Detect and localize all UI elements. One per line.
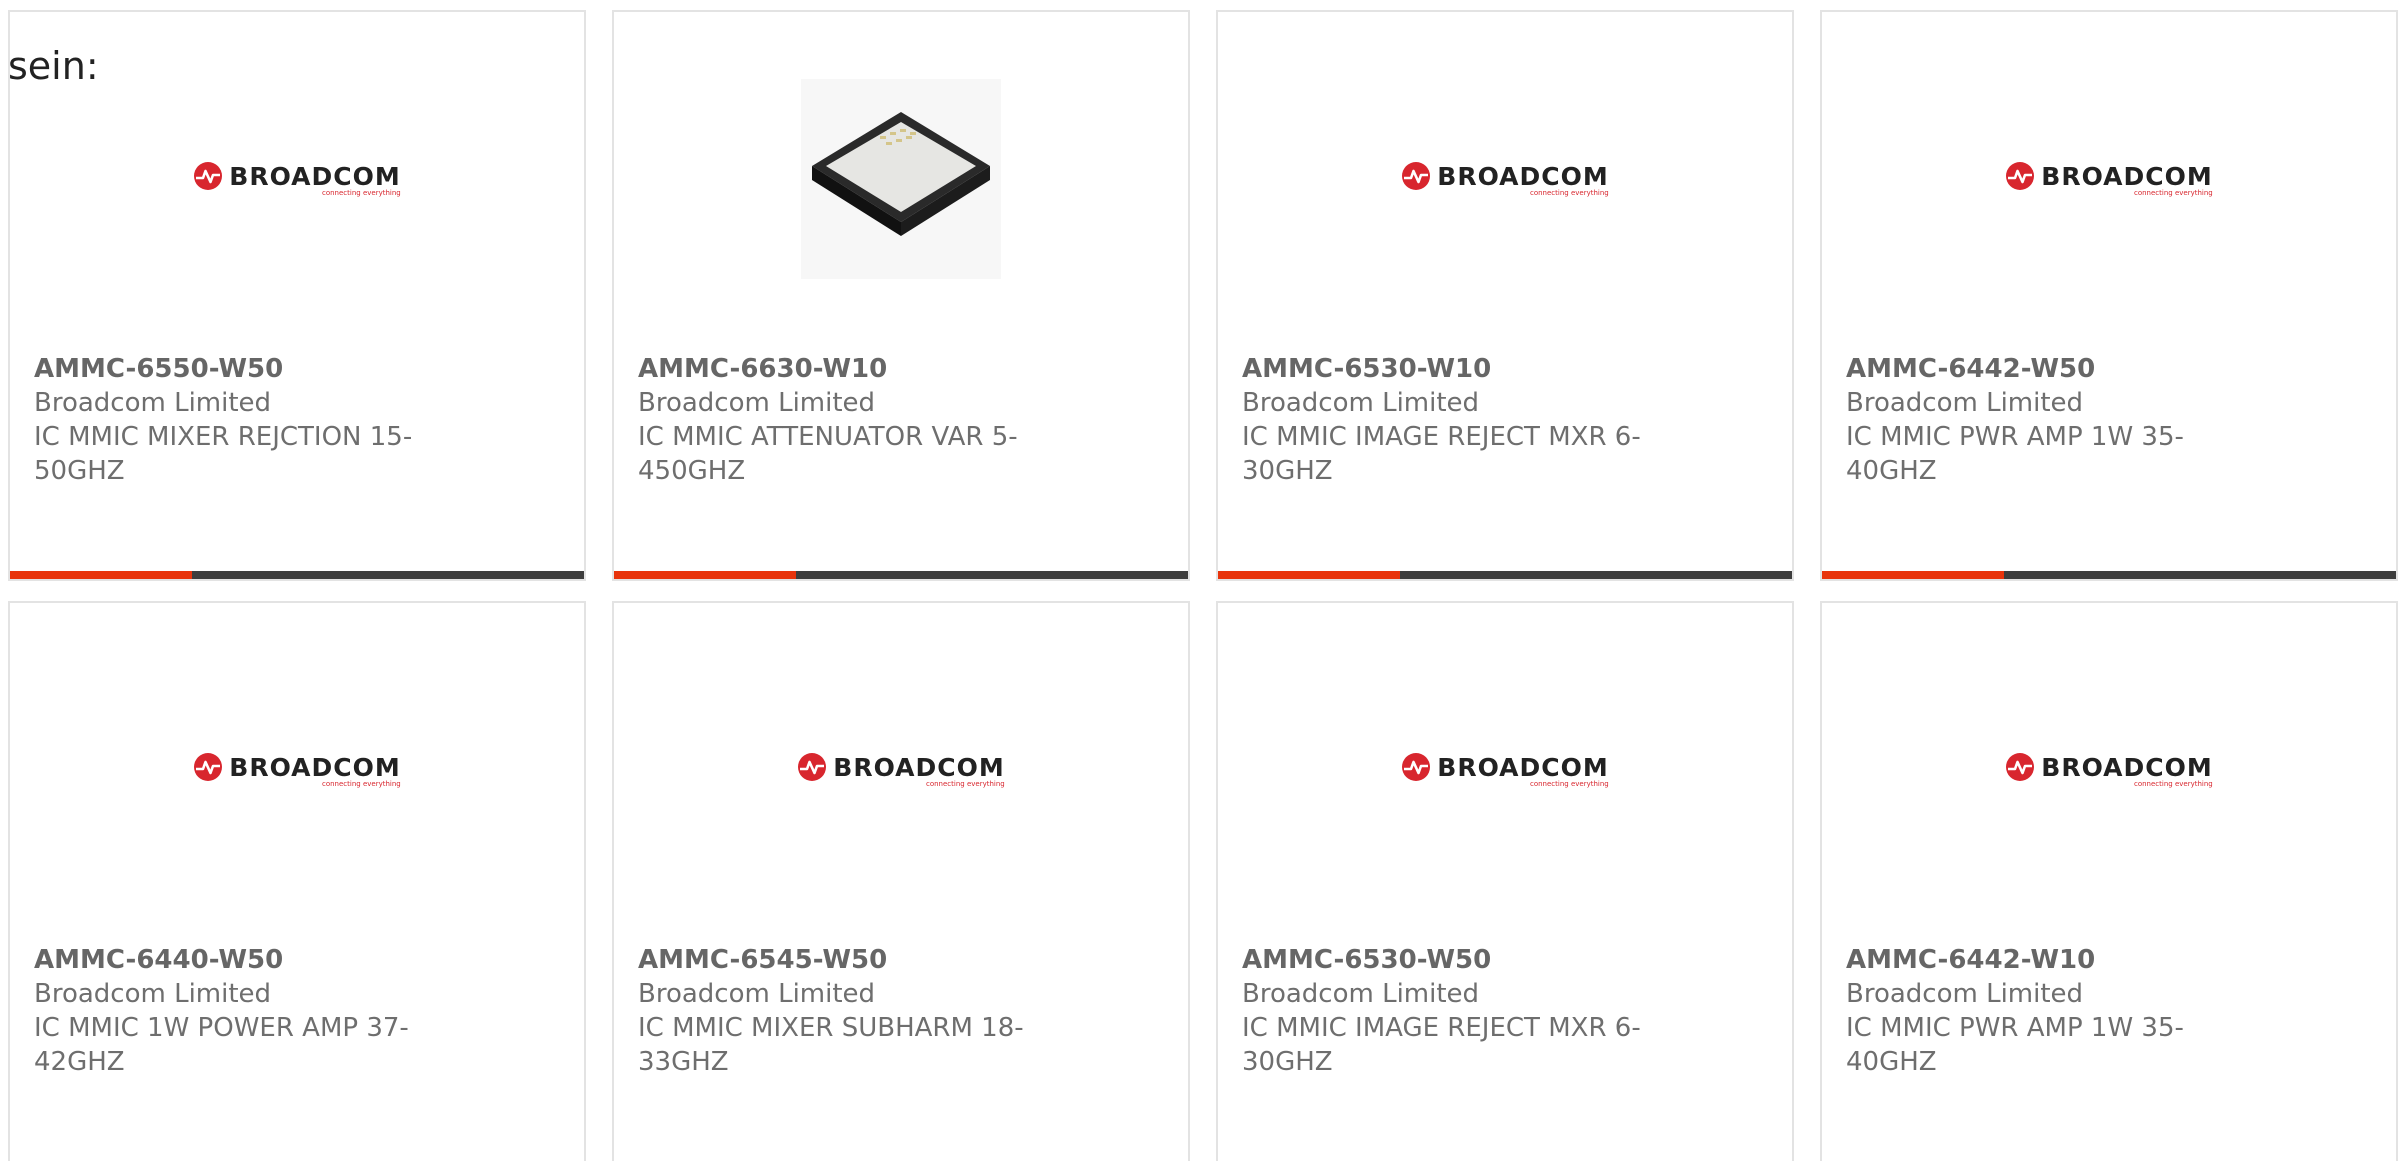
product-grid: BROADCOM connecting everything AMMC-6550…: [8, 10, 2398, 1161]
description: IC MMIC MIXER REJCTION 15-: [34, 422, 413, 452]
description: IC MMIC MIXER SUBHARM 18-: [638, 1013, 1024, 1043]
product-card[interactable]: AMMC-6630-W10 Broadcom Limited IC MMIC A…: [612, 10, 1190, 581]
manufacturer: Broadcom Limited: [1242, 388, 1480, 418]
product-image[interactable]: BROADCOM connecting everything: [1218, 74, 1792, 284]
card-progress-bar: [614, 571, 1188, 579]
logo-tagline: connecting everything: [321, 189, 401, 197]
broadcom-pulse-icon: [2006, 753, 2035, 781]
product-card[interactable]: BROADCOM connecting everything AMMC-6442…: [1820, 10, 2398, 581]
part-number-link[interactable]: AMMC-6530-W50: [1242, 943, 1652, 977]
manufacturer: Broadcom Limited: [638, 388, 876, 418]
logo-wordmark: BROADCOM: [1437, 752, 1609, 782]
broadcom-pulse-icon: [2006, 162, 2035, 190]
description: IC MMIC ATTENUATOR VAR 5-: [638, 422, 1018, 452]
product-image[interactable]: [614, 74, 1188, 284]
product-info: AMMC-6550-W50 Broadcom Limited IC MMIC M…: [34, 352, 444, 488]
broadcom-logo: BROADCOM connecting everything: [1401, 161, 1609, 197]
broadcom-logo: BROADCOM connecting everything: [797, 752, 1005, 788]
part-number-link[interactable]: AMMC-6630-W10: [638, 352, 1048, 386]
manufacturer: Broadcom Limited: [1846, 388, 2084, 418]
logo-wordmark: BROADCOM: [833, 752, 1005, 782]
manufacturer: Broadcom Limited: [34, 388, 272, 418]
logo-wordmark: BROADCOM: [229, 752, 401, 782]
chip-package-icon: [812, 112, 990, 236]
broadcom-logo: BROADCOM connecting everything: [2005, 752, 2213, 788]
description-cont: 42GHZ: [34, 1047, 125, 1077]
description: IC MMIC 1W POWER AMP 37-: [34, 1013, 409, 1043]
product-info: AMMC-6630-W10 Broadcom Limited IC MMIC A…: [638, 352, 1048, 488]
product-info: AMMC-6442-W10 Broadcom Limited IC MMIC P…: [1846, 943, 2256, 1079]
chip-photo: [801, 79, 1001, 279]
logo-wordmark: BROADCOM: [2041, 752, 2213, 782]
product-image[interactable]: BROADCOM connecting everything: [1822, 665, 2396, 875]
product-card[interactable]: BROADCOM connecting everything AMMC-6440…: [8, 601, 586, 1161]
logo-wordmark: BROADCOM: [2041, 161, 2213, 191]
part-number-link[interactable]: AMMC-6442-W10: [1846, 943, 2256, 977]
broadcom-pulse-icon: [798, 753, 827, 781]
broadcom-pulse-icon: [194, 162, 223, 190]
logo-tagline: connecting everything: [1529, 189, 1609, 197]
product-card[interactable]: BROADCOM connecting everything AMMC-6550…: [8, 10, 586, 581]
manufacturer: Broadcom Limited: [638, 979, 876, 1009]
broadcom-pulse-icon: [1402, 753, 1431, 781]
card-progress-bar: [1822, 571, 2396, 579]
card-progress-bar: [10, 571, 584, 579]
product-card[interactable]: BROADCOM connecting everything AMMC-6442…: [1820, 601, 2398, 1161]
description: IC MMIC IMAGE REJECT MXR 6-: [1242, 422, 1641, 452]
broadcom-logo: BROADCOM connecting everything: [1401, 752, 1609, 788]
description-cont: 50GHZ: [34, 456, 125, 486]
part-number-link[interactable]: AMMC-6550-W50: [34, 352, 444, 386]
product-grid-page: sein: BROADCOM connecting everything AMM…: [0, 0, 2400, 1161]
description-cont: 450GHZ: [638, 456, 746, 486]
logo-wordmark: BROADCOM: [229, 161, 401, 191]
part-number-link[interactable]: AMMC-6545-W50: [638, 943, 1048, 977]
broadcom-logo: BROADCOM connecting everything: [193, 752, 401, 788]
manufacturer: Broadcom Limited: [34, 979, 272, 1009]
product-info: AMMC-6530-W10 Broadcom Limited IC MMIC I…: [1242, 352, 1652, 488]
product-info: AMMC-6530-W50 Broadcom Limited IC MMIC I…: [1242, 943, 1652, 1079]
product-card[interactable]: BROADCOM connecting everything AMMC-6530…: [1216, 10, 1794, 581]
logo-wordmark: BROADCOM: [1437, 161, 1609, 191]
description: IC MMIC PWR AMP 1W 35-40GHZ: [1846, 422, 2184, 486]
part-number-link[interactable]: AMMC-6442-W50: [1846, 352, 2256, 386]
part-number-link[interactable]: AMMC-6530-W10: [1242, 352, 1652, 386]
description-cont: 30GHZ: [1242, 456, 1333, 486]
manufacturer: Broadcom Limited: [1242, 979, 1480, 1009]
logo-tagline: connecting everything: [925, 780, 1005, 788]
part-number-link[interactable]: AMMC-6440-W50: [34, 943, 444, 977]
leading-text: sein:: [8, 44, 99, 88]
product-info: AMMC-6440-W50 Broadcom Limited IC MMIC 1…: [34, 943, 444, 1079]
product-info: AMMC-6545-W50 Broadcom Limited IC MMIC M…: [638, 943, 1048, 1079]
broadcom-pulse-icon: [1402, 162, 1431, 190]
logo-tagline: connecting everything: [321, 780, 401, 788]
logo-tagline: connecting everything: [2133, 780, 2213, 788]
manufacturer: Broadcom Limited: [1846, 979, 2084, 1009]
description: IC MMIC PWR AMP 1W 35-40GHZ: [1846, 1013, 2184, 1077]
broadcom-pulse-icon: [194, 753, 223, 781]
product-image[interactable]: BROADCOM connecting everything: [1218, 665, 1792, 875]
logo-tagline: connecting everything: [1529, 780, 1609, 788]
product-image[interactable]: BROADCOM connecting everything: [1822, 74, 2396, 284]
broadcom-logo: BROADCOM connecting everything: [2005, 161, 2213, 197]
product-info: AMMC-6442-W50 Broadcom Limited IC MMIC P…: [1846, 352, 2256, 488]
product-image[interactable]: BROADCOM connecting everything: [10, 74, 584, 284]
product-image[interactable]: BROADCOM connecting everything: [10, 665, 584, 875]
card-progress-bar: [1218, 571, 1792, 579]
description-cont: 30GHZ: [1242, 1047, 1333, 1077]
product-image[interactable]: BROADCOM connecting everything: [614, 665, 1188, 875]
logo-tagline: connecting everything: [2133, 189, 2213, 197]
description-cont: 33GHZ: [638, 1047, 729, 1077]
description: IC MMIC IMAGE REJECT MXR 6-: [1242, 1013, 1641, 1043]
broadcom-logo: BROADCOM connecting everything: [193, 161, 401, 197]
product-card[interactable]: BROADCOM connecting everything AMMC-6545…: [612, 601, 1190, 1161]
product-card[interactable]: BROADCOM connecting everything AMMC-6530…: [1216, 601, 1794, 1161]
